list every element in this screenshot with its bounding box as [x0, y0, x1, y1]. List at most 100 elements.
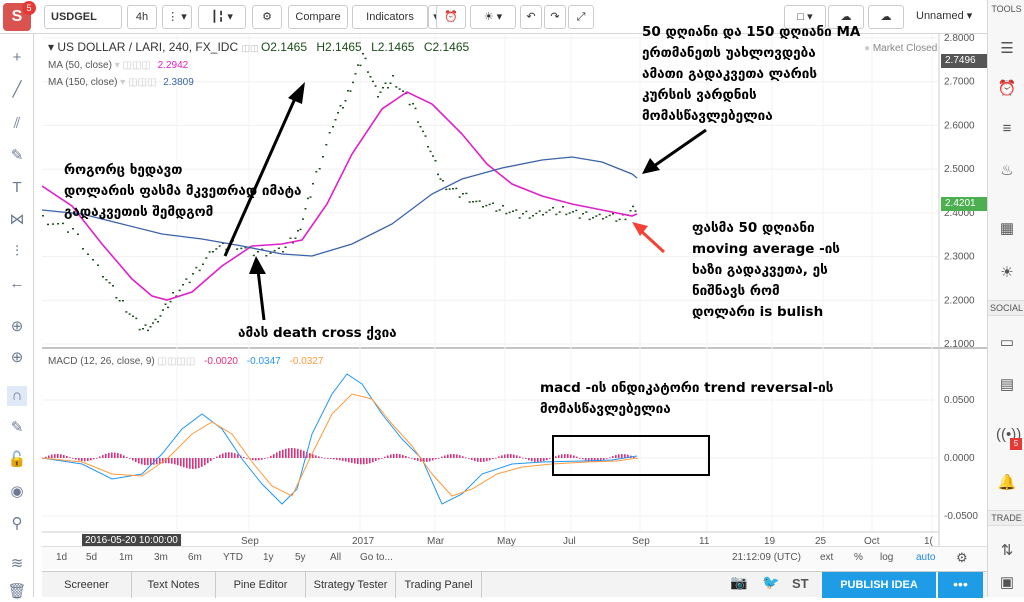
range-1d[interactable]: 1d — [56, 547, 67, 569]
price-bar — [632, 205, 634, 208]
price-bar — [115, 297, 118, 299]
tab-screener[interactable]: Screener — [42, 572, 132, 598]
macd-histogram-bar — [414, 458, 416, 460]
range-5d[interactable]: 5d — [86, 547, 97, 569]
price-bar — [392, 75, 394, 77]
macd-histogram-bar — [255, 458, 257, 461]
ma150-legend[interactable]: MA (150, close) ▾ ◫◫◫ 2.3809 — [48, 77, 194, 88]
settings-button[interactable]: ⚙ — [252, 5, 282, 29]
range-1m[interactable]: 1m — [119, 547, 133, 569]
prediction-icon[interactable]: ⫶ — [7, 242, 27, 262]
settings-gear-icon[interactable]: ⚙ — [956, 547, 968, 569]
auto-toggle[interactable]: auto — [916, 547, 935, 569]
macd-histogram-bar — [195, 458, 197, 469]
price-bar — [112, 285, 114, 287]
price-axis-label: 2.8000 — [944, 34, 975, 44]
chart-area[interactable]: 2.8000 2.7000 2.6000 2.5000 2.4000 2.3000 2.20… — [42, 24, 987, 548]
layers-icon[interactable]: ≋ — [7, 554, 27, 574]
arrow-left-icon[interactable]: ← — [7, 274, 27, 294]
macd-histogram-bar — [486, 458, 488, 462]
macd-histogram-bar — [615, 455, 617, 458]
interval-select[interactable]: 4h — [127, 5, 157, 29]
layout-name-select[interactable]: Unnamed ▾ — [910, 5, 982, 29]
watchlist-icon[interactable]: ☰ — [996, 38, 1018, 60]
text-tool-icon[interactable]: T — [7, 178, 27, 198]
range-all[interactable]: All — [330, 547, 341, 569]
account-icon[interactable]: ▣ — [996, 572, 1018, 594]
price-bar — [588, 218, 591, 221]
more-menu-button[interactable]: ••• — [938, 572, 983, 598]
hotlist-fire-icon[interactable]: ♨ — [996, 160, 1018, 182]
ma50-legend[interactable]: MA (50, close) ▾ ◫◫◫ 2.2942 — [48, 60, 188, 71]
notifications-bell-icon[interactable]: 🔔 — [996, 472, 1018, 494]
macd-histogram-bar — [66, 455, 68, 458]
range-3m[interactable]: 3m — [154, 547, 168, 569]
range-ytd[interactable]: YTD — [223, 547, 243, 569]
data-window-icon[interactable]: ≡ — [996, 118, 1018, 140]
save-layout-button[interactable]: ☁ — [868, 5, 904, 29]
macd-histogram-bar — [468, 458, 470, 459]
price-bar — [485, 204, 488, 207]
brush-icon[interactable]: ✎ — [7, 146, 27, 166]
macd-histogram-bar — [456, 454, 458, 458]
tab-strategy-tester[interactable]: Strategy Tester — [306, 572, 396, 598]
link-icon[interactable]: ⚲ — [7, 514, 27, 534]
trend-line-icon[interactable]: ╱ — [7, 80, 27, 100]
dom-icon[interactable]: ⇅ — [996, 540, 1018, 562]
alert-button[interactable]: ⏰ — [436, 5, 466, 29]
price-bar — [357, 64, 359, 66]
zoom-in-icon[interactable]: ⊕ — [7, 317, 27, 337]
annotation-death-cross: ამას death cross ქვია — [238, 323, 397, 344]
pitchfork-icon[interactable]: ⫽ — [7, 114, 27, 134]
zoom-icon[interactable]: ⊕ — [7, 348, 27, 368]
crosshair-icon[interactable]: + — [7, 48, 27, 68]
ideas-button[interactable]: ☀ ▾ — [470, 5, 516, 29]
pattern-icon[interactable]: ⋈ — [7, 210, 27, 230]
fullscreen-button[interactable]: ⤢ — [568, 5, 594, 29]
tab-trading-panel[interactable]: Trading Panel — [396, 572, 482, 598]
magnet-icon[interactable]: ∩ — [7, 386, 27, 406]
stocktwits-icon[interactable]: ST — [792, 576, 809, 591]
macd-histogram-bar — [96, 457, 98, 459]
symbol-search-input[interactable]: USDGEL — [44, 5, 122, 29]
ideas-bulb-icon[interactable]: ☀ — [996, 262, 1018, 284]
macd-histogram-bar — [75, 458, 77, 460]
goto-button[interactable]: Go to... — [360, 547, 393, 569]
utc-clock[interactable]: 21:12:09 (UTC) — [732, 547, 801, 569]
chevron-down-icon[interactable]: ▾ — [48, 40, 54, 54]
ma150-value: 2.3809 — [163, 77, 194, 88]
ideas-stream-icon[interactable]: ▤ — [996, 374, 1018, 396]
compare-button[interactable]: Compare — [288, 5, 348, 29]
lock-drawings-icon[interactable]: ✎ — [7, 418, 27, 438]
macd-legend[interactable]: MACD (12, 26, close, 9) ◫◫◫◫ -0.0020 -0.… — [48, 356, 323, 367]
chat-icon[interactable]: ▭ — [996, 332, 1018, 354]
range-5y[interactable]: 5y — [295, 547, 306, 569]
tab-text-notes[interactable]: Text Notes — [132, 572, 216, 598]
ext-toggle[interactable]: ext — [820, 547, 833, 569]
chart-style-button[interactable]: ┃╏ ▾ — [198, 5, 246, 29]
log-toggle[interactable]: log — [880, 547, 893, 569]
macd-histogram-bar — [405, 455, 407, 458]
undo-button[interactable]: ↶ — [520, 5, 542, 29]
indicators-button[interactable]: Indicators — [352, 5, 428, 29]
macd-histogram-bar — [219, 454, 221, 458]
camera-icon[interactable]: 📷 — [730, 574, 747, 591]
alarm-clock-icon[interactable]: ⏰ — [996, 78, 1018, 100]
calendar-icon[interactable]: ▦ — [996, 218, 1018, 240]
macd-histogram-bar — [54, 454, 56, 458]
price-bar — [422, 130, 424, 133]
interval-dropdown-button[interactable]: ⋮ ▾ — [162, 5, 192, 29]
macd-histogram-bar — [336, 458, 338, 460]
macd-histogram-bar — [51, 454, 53, 458]
publish-idea-button[interactable]: PUBLISH IDEA — [822, 572, 936, 598]
range-6m[interactable]: 6m — [188, 547, 202, 569]
redo-button[interactable]: ↷ — [544, 5, 566, 29]
trash-icon[interactable]: 🗑 — [7, 582, 27, 602]
percent-toggle[interactable]: % — [854, 547, 863, 569]
unlock-icon[interactable]: 🔓 — [7, 450, 27, 470]
eye-icon[interactable]: ◉ — [7, 482, 27, 502]
macd-histogram-bar — [213, 458, 215, 459]
tab-pine-editor[interactable]: Pine Editor — [216, 572, 306, 598]
twitter-icon[interactable]: 🐦 — [762, 574, 779, 591]
range-1y[interactable]: 1y — [263, 547, 274, 569]
